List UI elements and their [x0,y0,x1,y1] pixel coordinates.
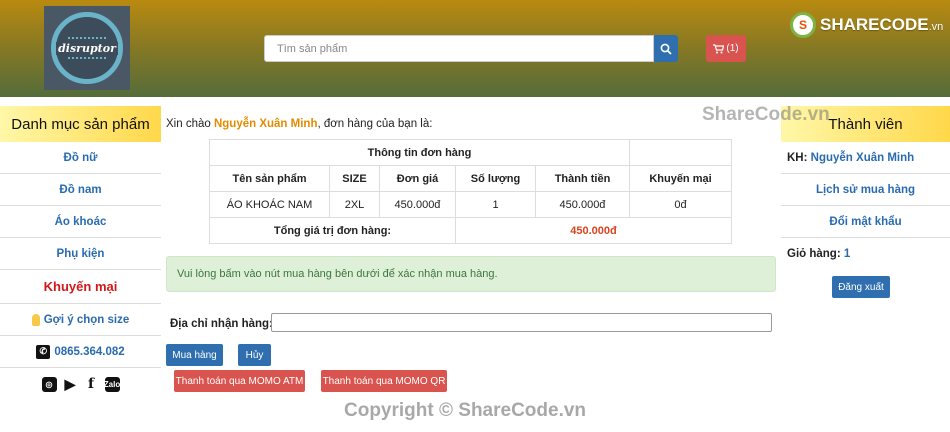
order-history-link[interactable]: Lịch sử mua hàng [781,174,950,206]
lightbulb-icon [31,313,40,326]
header: disruptor (1) S SHARECODE.vn [0,0,950,97]
phone-contact[interactable]: ✆ 0865.364.082 [0,336,161,368]
size-guide-label: Gợi ý chọn size [43,313,130,326]
logout-button[interactable]: Đăng xuất [832,276,890,298]
change-password-link[interactable]: Đổi mật khẩu [781,206,950,238]
table-row: ÁO KHOÁC NAM 2XL 450.000đ 1 450.000đ 0đ [209,191,732,218]
order-table-title-blank [629,139,732,166]
cell-quantity: 1 [455,191,536,218]
search-input[interactable] [264,35,654,62]
momo-qr-button[interactable]: Thanh toán qua MOMO QR [321,370,447,392]
category-item-jackets[interactable]: Áo khoác [0,206,161,238]
cart-count: (1) [726,43,739,54]
cancel-button[interactable]: Hủy [238,344,271,366]
logo-dots-bottom [68,57,106,61]
cart-icon [713,43,725,53]
logo-text: disruptor [56,41,118,55]
category-title: Danh mục sản phẩm [0,106,161,142]
col-quantity: Số lượng [455,165,536,192]
category-item-accessories[interactable]: Phụ kiện [0,238,161,270]
momo-atm-button[interactable]: Thanh toán qua MOMO ATM [174,370,305,392]
col-product-name: Tên sản phẩm [209,165,330,192]
search-icon [660,43,672,55]
facebook-icon[interactable]: f [84,376,99,392]
cart-summary-count: 1 [843,248,851,260]
category-item-women[interactable]: Đồ nữ [0,142,161,174]
greeting-user-name: Nguyễn Xuân Minh [213,118,318,130]
brand-icon: S [790,12,816,38]
member-sidebar: Thành viên KH: Nguyễn Xuân Minh Lịch sử … [781,106,950,298]
customer-name: Nguyễn Xuân Minh [810,151,915,164]
cell-unit-price: 450.000đ [379,191,456,218]
category-item-promotion[interactable]: Khuyến mại [0,270,161,304]
customer-info: KH: Nguyễn Xuân Minh [781,142,950,174]
confirm-alert: Vui lòng bấm vào nút mua hàng bên dưới đ… [166,256,776,292]
table-total-row: Tổng giá trị đơn hàng: 450.000đ [209,217,732,244]
cell-discount: 0đ [629,191,732,218]
col-subtotal: Thành tiền [535,165,630,192]
search-button[interactable] [654,35,678,62]
col-unit-price: Đơn giá [379,165,456,192]
phone-icon: ✆ [36,344,51,359]
col-size: SIZE [329,165,380,192]
youtube-icon[interactable]: ▶ [63,376,78,392]
phone-number: 0865.364.082 [54,345,125,358]
order-table: Thông tin đơn hàng Tên sản phẩm SIZE Đơn… [209,139,732,244]
zalo-icon[interactable]: Zalo [104,376,120,392]
table-header-row: Tên sản phẩm SIZE Đơn giá Số lượng Thành… [209,165,732,192]
watermark-top: ShareCode.vn [702,104,830,125]
address-label: Địa chỉ nhận hàng: [170,318,273,330]
greeting-text: Xin chào Nguyễn Xuân Minh, đơn hàng của … [166,118,433,130]
buy-button[interactable]: Mua hàng [166,344,223,366]
watermark-bottom: Copyright © ShareCode.vn [344,400,587,421]
total-value: 450.000đ [455,217,732,244]
logo-ring: disruptor [51,12,123,84]
logo-dots-top [68,37,106,41]
site-logo[interactable]: disruptor [44,6,130,90]
size-guide-link[interactable]: Gợi ý chọn size [0,304,161,336]
address-input[interactable] [271,313,772,332]
category-sidebar: Danh mục sản phẩm Đồ nữ Đồ nam Áo khoác … [0,106,161,400]
cart-summary[interactable]: Giỏ hàng: 1 [781,238,950,270]
social-links: ◎ ▶ f Zalo [0,368,161,400]
cell-product-name: ÁO KHOÁC NAM [209,191,330,218]
col-discount: Khuyến mại [629,165,732,192]
brand-logo: S SHARECODE.vn [790,12,943,38]
brand-text: SHARECODE.vn [820,15,944,34]
total-label: Tổng giá trị đơn hàng: [209,217,456,244]
cart-button[interactable]: (1) [706,35,746,62]
category-item-men[interactable]: Đồ nam [0,174,161,206]
cart-summary-label: Giỏ hàng: [787,248,841,260]
instagram-icon[interactable]: ◎ [41,376,57,392]
cell-subtotal: 450.000đ [535,191,630,218]
customer-label: KH: [787,151,808,164]
cell-size: 2XL [329,191,380,218]
order-table-title: Thông tin đơn hàng [209,139,630,166]
